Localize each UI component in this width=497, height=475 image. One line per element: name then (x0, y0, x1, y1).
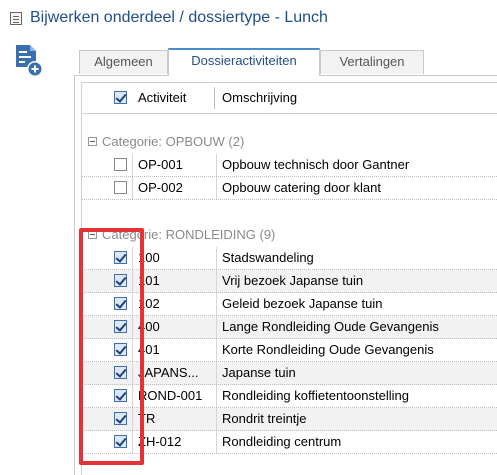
activity-description: Korte Rondleiding Oude Gevangenis (222, 342, 434, 357)
column-header-description[interactable]: Omschrijving (222, 83, 297, 113)
activity-code: JAPANS... (138, 365, 199, 380)
row-checkbox[interactable] (114, 343, 127, 356)
row-checkbox[interactable] (114, 274, 127, 287)
activity-description: Rondleiding centrum (222, 434, 342, 449)
table-row[interactable]: OP-001 Opbouw technisch door Gantner (82, 154, 497, 177)
activity-description: Rondrit treintje (222, 411, 307, 426)
activity-code: OP-001 (138, 157, 183, 172)
category-row-rondleiding[interactable]: Categorie: RONDLEIDING (9) (82, 224, 497, 246)
row-checkbox[interactable] (114, 435, 127, 448)
activity-description: Lange Rondleiding Oude Gevangenis (222, 319, 439, 334)
table-row[interactable]: 100 Stadswandeling (82, 247, 497, 270)
collapse-icon[interactable] (88, 230, 97, 239)
table-row[interactable]: 400 Lange Rondleiding Oude Gevangenis (82, 316, 497, 339)
row-checkbox[interactable] (114, 389, 127, 402)
activity-code: ROND-001 (138, 388, 203, 403)
activity-code: ZH-012 (138, 434, 182, 449)
activity-code: TR (138, 411, 156, 426)
window-title: Bijwerken onderdeel / dossiertype - Lunc… (30, 9, 328, 26)
row-checkbox[interactable] (114, 251, 127, 264)
activity-code: 401 (138, 342, 160, 357)
activity-code: 100 (138, 250, 160, 265)
table-row[interactable]: ZH-012 Rondleiding centrum (82, 431, 497, 454)
table-row[interactable]: TR Rondrit treintje (82, 408, 497, 431)
activity-description: Opbouw catering door klant (222, 180, 381, 195)
grid-header: Activiteit Omschrijving (82, 83, 497, 114)
tab-vertalingen[interactable]: Vertalingen (320, 50, 424, 74)
row-checkbox[interactable] (114, 412, 127, 425)
activity-description: Geleid bezoek Japanse tuin (222, 296, 383, 311)
category-label: Categorie: RONDLEIDING (9) (102, 227, 276, 242)
table-row[interactable]: 101 Vrij bezoek Japanse tuin (82, 270, 497, 293)
tab-algemeen[interactable]: Algemeen (79, 50, 168, 74)
title-bar: Bijwerken onderdeel / dossiertype - Lunc… (0, 0, 497, 36)
activity-description: Stadswandeling (222, 250, 314, 265)
select-all-checkbox[interactable] (114, 91, 127, 104)
row-checkbox[interactable] (114, 158, 127, 171)
activity-description: Opbouw technisch door Gantner (222, 157, 410, 172)
tab-dossieractiviteiten[interactable]: Dossieractiviteiten (168, 48, 320, 76)
collapse-icon[interactable] (88, 137, 97, 146)
activity-description: Vrij bezoek Japanse tuin (222, 273, 364, 288)
activities-grid: Activiteit Omschrijving Categorie: OPBOU… (81, 82, 497, 475)
activity-description: Japanse tuin (222, 365, 296, 380)
row-checkbox[interactable] (114, 366, 127, 379)
activity-code: 102 (138, 296, 160, 311)
table-row[interactable]: 102 Geleid bezoek Japanse tuin (82, 293, 497, 316)
column-header-activity[interactable]: Activiteit (138, 83, 186, 113)
table-row[interactable]: OP-002 Opbouw catering door klant (82, 177, 497, 200)
row-checkbox[interactable] (114, 181, 127, 194)
category-label: Categorie: OPBOUW (2) (102, 134, 245, 149)
activity-description: Rondleiding koffietentoonstelling (222, 388, 409, 403)
table-row[interactable]: 401 Korte Rondleiding Oude Gevangenis (82, 339, 497, 362)
table-row[interactable]: JAPANS... Japanse tuin (82, 362, 497, 385)
row-checkbox[interactable] (114, 320, 127, 333)
document-icon (10, 12, 22, 25)
category-row-opbouw[interactable]: Categorie: OPBOUW (2) (82, 131, 497, 153)
add-document-icon (16, 45, 43, 77)
row-checkbox[interactable] (114, 297, 127, 310)
table-row[interactable]: ROND-001 Rondleiding koffietentoonstelli… (82, 385, 497, 408)
tab-content-panel: Activiteit Omschrijving Categorie: OPBOU… (74, 75, 497, 475)
activity-code: 400 (138, 319, 160, 334)
activity-code: OP-002 (138, 180, 183, 195)
activity-code: 101 (138, 273, 160, 288)
